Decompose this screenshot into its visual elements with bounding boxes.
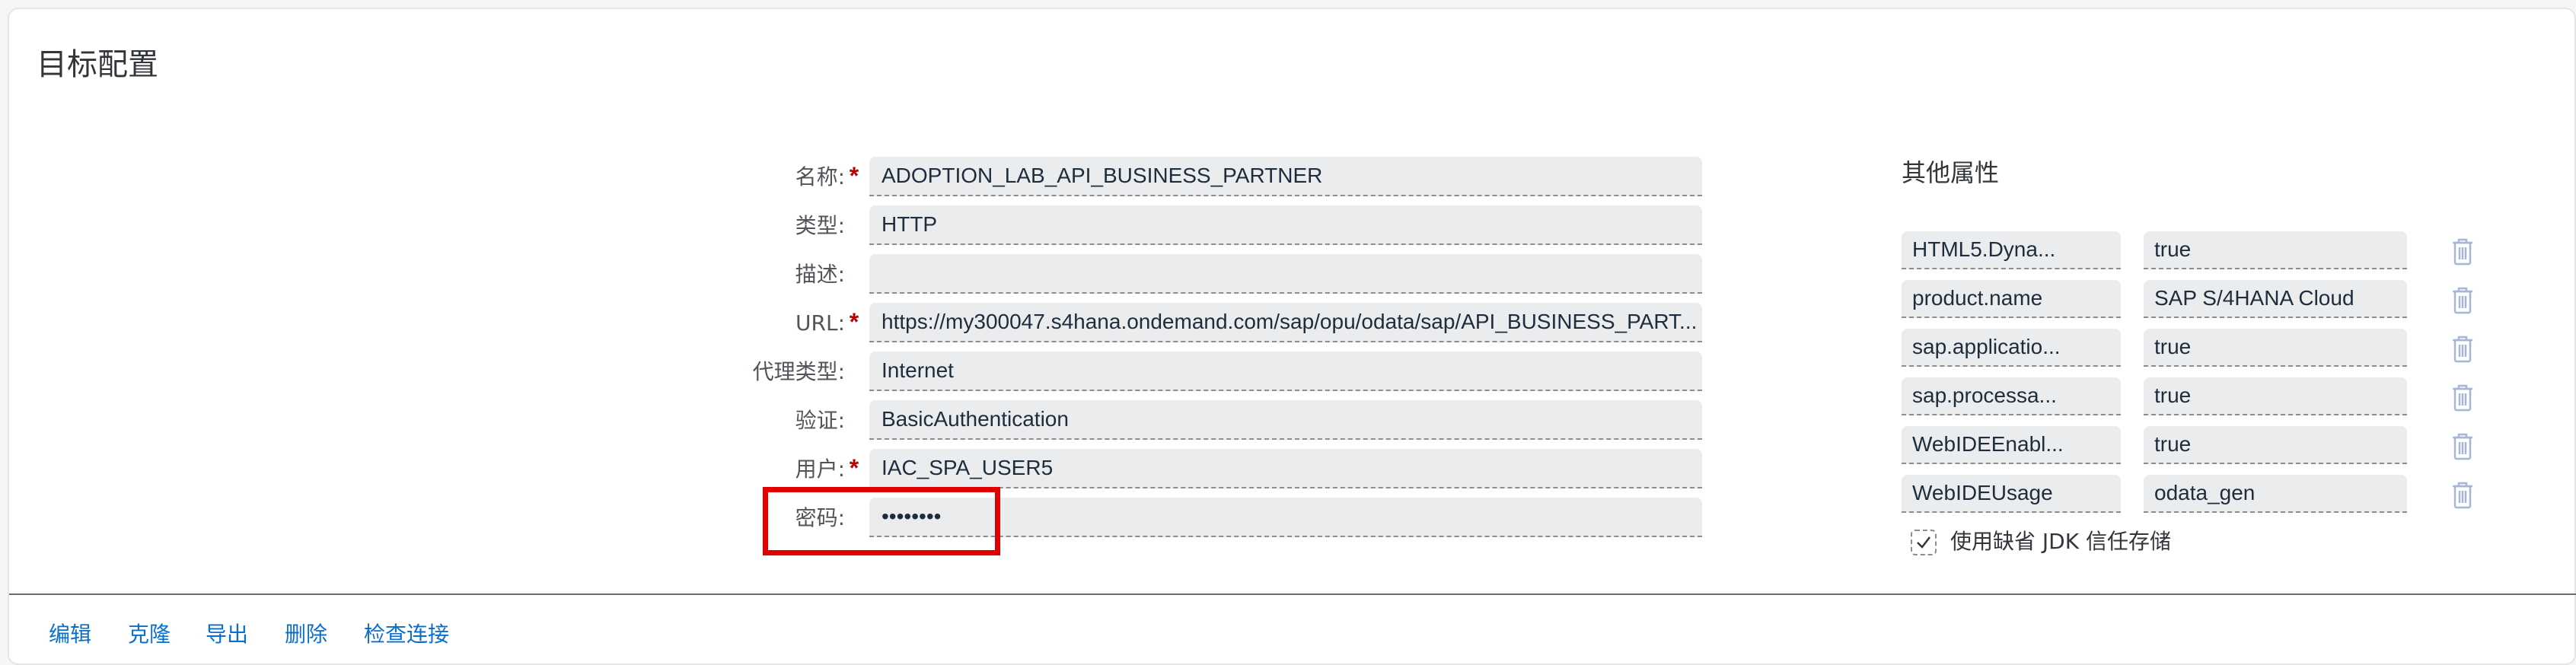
trash-icon[interactable]: [2450, 285, 2476, 315]
description-field[interactable]: [869, 254, 1702, 294]
user-required-marker: *: [849, 454, 859, 482]
property-value-field[interactable]: odata_gen: [2144, 475, 2407, 513]
type-label: 类型:: [795, 213, 845, 238]
trash-icon[interactable]: [2450, 382, 2476, 412]
user-field[interactable]: IAC_SPA_USER5: [869, 449, 1702, 488]
name-field[interactable]: ADOPTION_LAB_API_BUSINESS_PARTNER: [869, 157, 1702, 196]
name-required-marker: *: [849, 162, 859, 189]
url-field[interactable]: https://my300047.s4hana.ondemand.com/sap…: [869, 303, 1702, 342]
default-jdk-truststore-checkbox[interactable]: [1911, 530, 1937, 555]
proxy-type-label: 代理类型:: [752, 359, 845, 384]
authentication-field[interactable]: BasicAuthentication: [869, 400, 1702, 440]
property-value-field[interactable]: true: [2144, 329, 2407, 367]
edit-link[interactable]: 编辑: [49, 618, 91, 651]
property-key-field[interactable]: WebIDEUsage: [1902, 475, 2121, 513]
property-key-field[interactable]: product.name: [1902, 280, 2121, 318]
property-key-field[interactable]: sap.applicatio...: [1902, 329, 2121, 367]
trash-icon[interactable]: [2450, 431, 2476, 461]
checkmark-icon: [1917, 536, 1930, 549]
footer-divider: [9, 593, 2576, 595]
property-value-field[interactable]: SAP S/4HANA Cloud: [2144, 280, 2407, 318]
description-label: 描述:: [795, 262, 845, 287]
property-value-field[interactable]: true: [2144, 377, 2407, 415]
property-value-field[interactable]: true: [2144, 426, 2407, 464]
trash-icon[interactable]: [2450, 333, 2476, 364]
name-label: 名称:: [795, 164, 845, 189]
property-key-field[interactable]: HTML5.Dyna...: [1902, 231, 2121, 269]
default-jdk-truststore-label: 使用缺省 JDK 信任存储: [1950, 529, 2171, 554]
property-key-field[interactable]: sap.processa...: [1902, 377, 2121, 415]
property-key-field[interactable]: WebIDEEnabl...: [1902, 426, 2121, 464]
trash-icon[interactable]: [2450, 236, 2476, 266]
delete-link[interactable]: 删除: [285, 618, 327, 651]
url-label: URL:: [795, 310, 845, 336]
other-properties-title: 其他属性: [1902, 158, 2000, 187]
check-connection-link[interactable]: 检查连接: [364, 618, 449, 651]
password-highlight-box: [763, 487, 1000, 555]
proxy-type-field[interactable]: Internet: [869, 352, 1702, 391]
authentication-label: 验证:: [795, 408, 845, 433]
property-value-field[interactable]: true: [2144, 231, 2407, 269]
export-link[interactable]: 导出: [206, 618, 248, 651]
user-label: 用户:: [795, 457, 845, 482]
page-title: 目标配置: [37, 47, 158, 82]
url-required-marker: *: [849, 308, 859, 336]
trash-icon[interactable]: [2450, 479, 2476, 510]
type-field[interactable]: HTTP: [869, 205, 1702, 245]
clone-link[interactable]: 克隆: [128, 618, 171, 651]
